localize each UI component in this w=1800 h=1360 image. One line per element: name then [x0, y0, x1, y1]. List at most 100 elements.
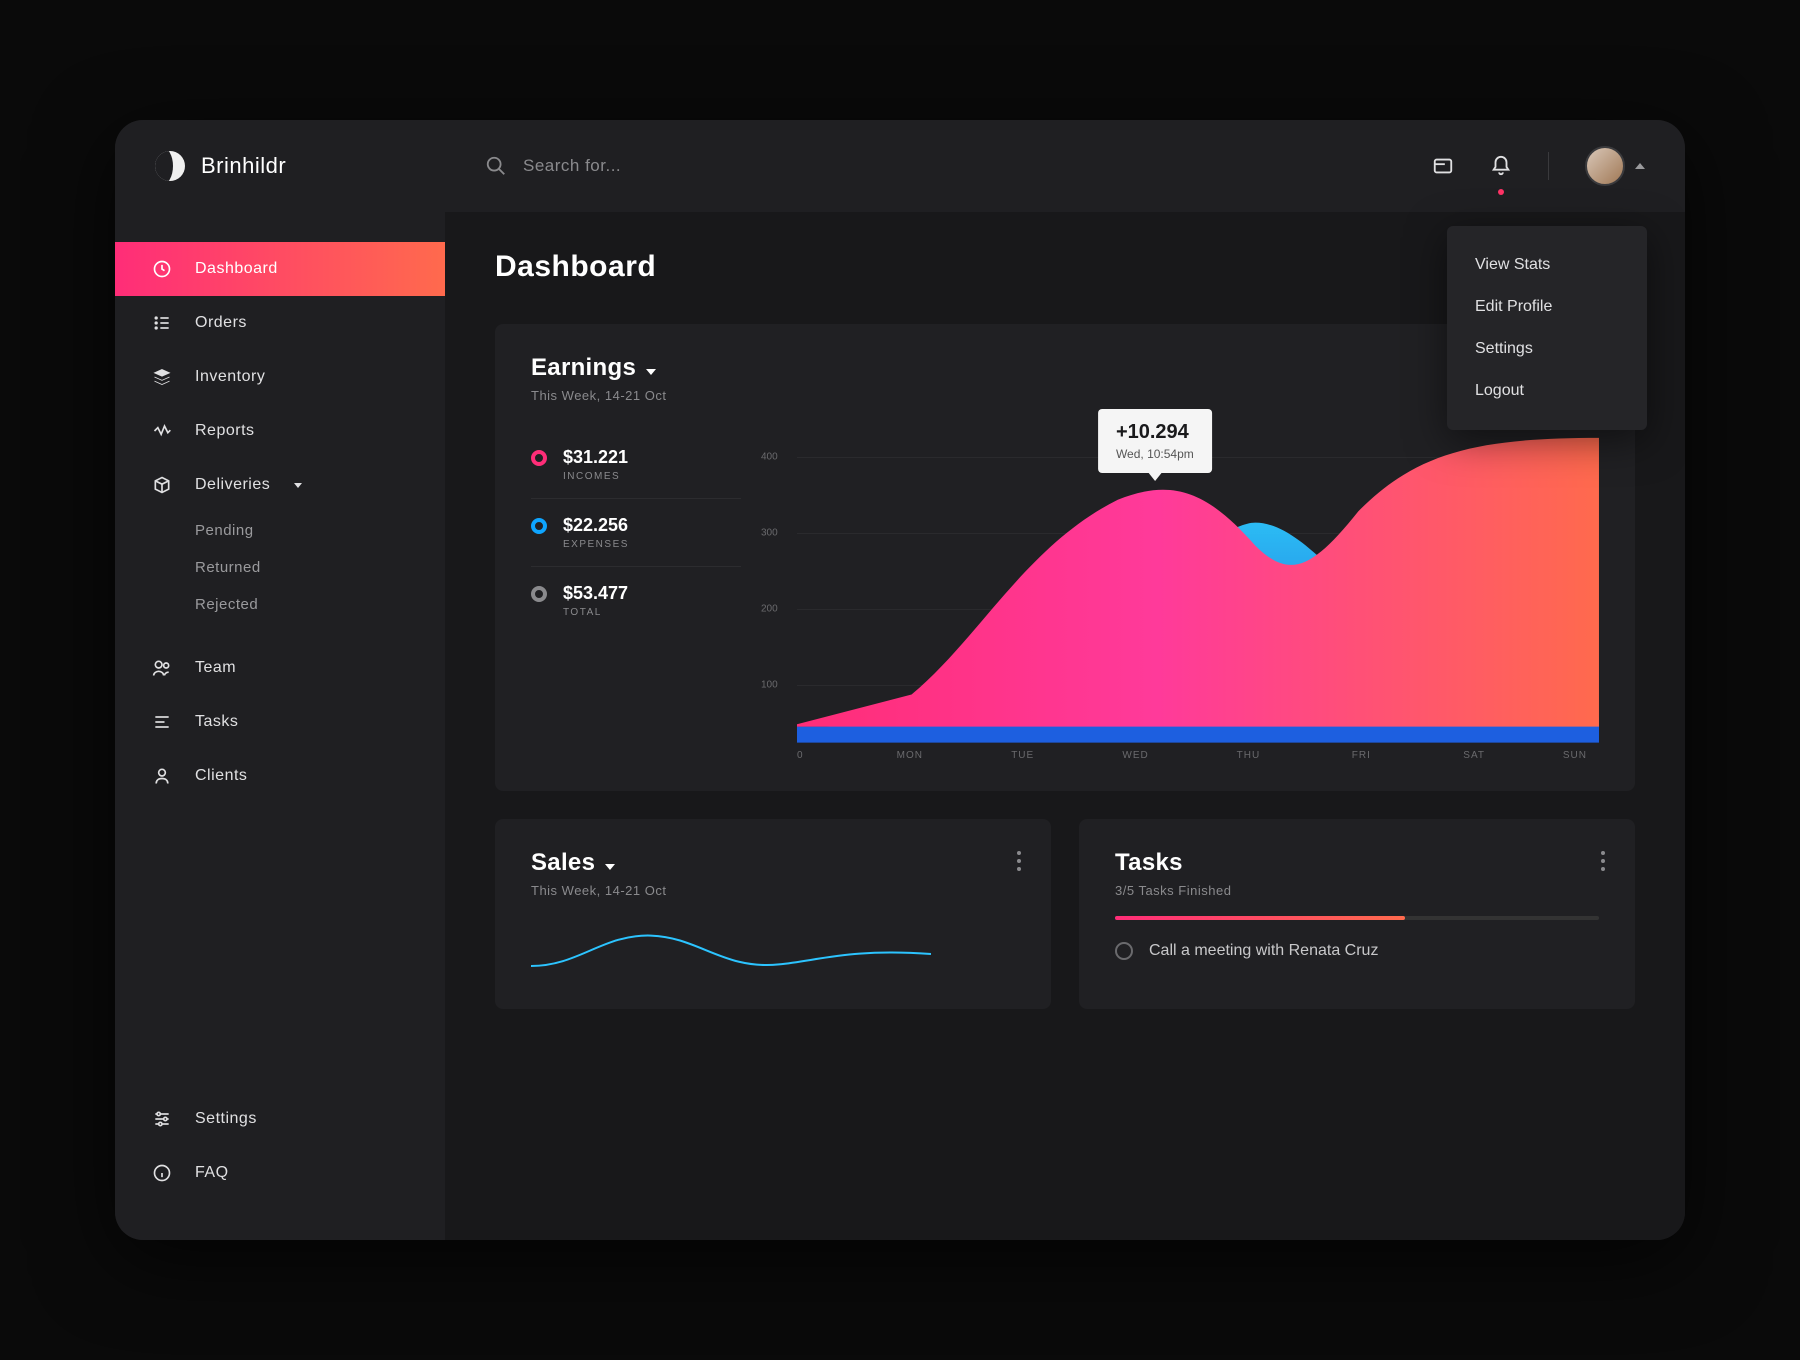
- y-tick: 300: [761, 528, 778, 539]
- sales-card: Sales This Week, 14-21 Oct: [495, 819, 1051, 1009]
- sidebar: Dashboard Orders Inventory Reports Deliv…: [115, 212, 445, 1240]
- tasks-progress: [1115, 916, 1599, 920]
- sidebar-item-reports[interactable]: Reports: [115, 404, 445, 458]
- box-icon: [151, 474, 173, 496]
- sidebar-item-label: Reports: [195, 422, 255, 440]
- metric-value: $22.256: [563, 515, 629, 536]
- metric-incomes[interactable]: $31.221 INCOMES: [531, 431, 741, 499]
- sales-sparkline: [531, 926, 931, 974]
- search-icon: [485, 155, 507, 177]
- sidebar-sub-returned[interactable]: Returned: [115, 549, 445, 586]
- tasks-icon: [151, 711, 173, 733]
- users-icon: [151, 657, 173, 679]
- metric-label: TOTAL: [563, 607, 628, 618]
- user-icon: [151, 765, 173, 787]
- metric-label: INCOMES: [563, 471, 628, 482]
- notification-dot: [1498, 189, 1504, 195]
- topbar: Brinhildr: [115, 120, 1685, 212]
- metric-total[interactable]: $53.477 TOTAL: [531, 567, 741, 634]
- sales-header[interactable]: Sales: [531, 849, 1015, 877]
- metric-value: $31.221: [563, 447, 628, 468]
- x-tick: MON: [853, 750, 966, 761]
- activity-icon: [151, 420, 173, 442]
- brand-name: Brinhildr: [201, 153, 286, 179]
- checkbox-icon[interactable]: [1115, 942, 1133, 960]
- sidebar-item-label: Deliveries: [195, 476, 270, 494]
- ring-icon: [531, 518, 547, 534]
- x-tick: THU: [1192, 750, 1305, 761]
- tooltip-sub: Wed, 10:54pm: [1116, 447, 1194, 461]
- y-tick: 200: [761, 604, 778, 615]
- x-tick: TUE: [966, 750, 1079, 761]
- sidebar-item-label: Dashboard: [195, 260, 278, 278]
- sidebar-item-dashboard[interactable]: Dashboard: [115, 242, 445, 296]
- sidebar-sub-pending[interactable]: Pending: [115, 512, 445, 549]
- sidebar-item-orders[interactable]: Orders: [115, 296, 445, 350]
- sidebar-item-settings[interactable]: Settings: [115, 1092, 445, 1146]
- search-box[interactable]: [445, 120, 1432, 212]
- chevron-down-icon: [646, 369, 656, 375]
- sidebar-item-label: Orders: [195, 314, 247, 332]
- y-tick: 400: [761, 452, 778, 463]
- tooltip-value: +10.294: [1116, 421, 1194, 444]
- sidebar-item-deliveries[interactable]: Deliveries: [115, 458, 445, 512]
- list-icon: [151, 312, 173, 334]
- dashboard-icon: [151, 258, 173, 280]
- dropdown-item-settings[interactable]: Settings: [1447, 328, 1647, 370]
- y-tick: 100: [761, 680, 778, 691]
- sidebar-item-clients[interactable]: Clients: [115, 749, 445, 803]
- sidebar-item-inventory[interactable]: Inventory: [115, 350, 445, 404]
- sidebar-item-label: Clients: [195, 767, 247, 785]
- chart-tooltip: +10.294 Wed, 10:54pm: [1098, 409, 1212, 473]
- x-tick: SUN: [1531, 750, 1587, 761]
- dropdown-item-logout[interactable]: Logout: [1447, 370, 1647, 412]
- bell-icon[interactable]: [1490, 155, 1512, 177]
- sidebar-sub-rejected[interactable]: Rejected: [115, 586, 445, 623]
- task-row[interactable]: Call a meeting with Renata Cruz: [1115, 942, 1599, 960]
- inbox-icon[interactable]: [1432, 155, 1454, 177]
- sidebar-item-team[interactable]: Team: [115, 641, 445, 695]
- app-window: Brinhildr View Stats Edit Profile: [115, 120, 1685, 1240]
- sliders-icon: [151, 1108, 173, 1130]
- sidebar-item-label: Tasks: [195, 713, 238, 731]
- ring-icon: [531, 450, 547, 466]
- layers-icon: [151, 366, 173, 388]
- sidebar-item-label: Team: [195, 659, 236, 677]
- caret-up-icon: [1635, 163, 1645, 169]
- earnings-subtitle: This Week, 14-21 Oct: [531, 388, 1599, 403]
- sales-title: Sales: [531, 849, 595, 877]
- earnings-chart[interactable]: 400 300 200 100: [761, 431, 1599, 761]
- brand-logo-icon: [155, 151, 185, 181]
- x-tick: SAT: [1418, 750, 1531, 761]
- avatar: [1585, 146, 1625, 186]
- sales-subtitle: This Week, 14-21 Oct: [531, 883, 1015, 898]
- header-actions: [1432, 146, 1645, 186]
- brand-block[interactable]: Brinhildr: [155, 151, 445, 181]
- metric-label: EXPENSES: [563, 539, 629, 550]
- chart-svg: [797, 431, 1599, 756]
- task-label: Call a meeting with Renata Cruz: [1149, 942, 1378, 960]
- earnings-title: Earnings: [531, 354, 636, 382]
- x-tick: WED: [1079, 750, 1192, 761]
- dropdown-item-view-stats[interactable]: View Stats: [1447, 244, 1647, 286]
- earnings-header[interactable]: Earnings: [531, 354, 1599, 382]
- header-separator: [1548, 152, 1549, 180]
- kebab-icon[interactable]: [1601, 851, 1605, 871]
- sidebar-item-tasks[interactable]: Tasks: [115, 695, 445, 749]
- x-tick: FRI: [1305, 750, 1418, 761]
- x-tick: 0: [797, 750, 853, 761]
- search-input[interactable]: [523, 156, 1432, 176]
- kebab-icon[interactable]: [1017, 851, 1021, 871]
- profile-button[interactable]: [1585, 146, 1645, 186]
- sidebar-item-faq[interactable]: FAQ: [115, 1146, 445, 1200]
- profile-dropdown: View Stats Edit Profile Settings Logout: [1447, 226, 1647, 430]
- sidebar-item-label: Inventory: [195, 368, 265, 386]
- metric-expenses[interactable]: $22.256 EXPENSES: [531, 499, 741, 567]
- ring-icon: [531, 586, 547, 602]
- chevron-down-icon: [605, 864, 615, 870]
- tasks-card: Tasks 3/5 Tasks Finished Call a meeting …: [1079, 819, 1635, 1009]
- dropdown-item-edit-profile[interactable]: Edit Profile: [1447, 286, 1647, 328]
- sidebar-item-label: Settings: [195, 1110, 257, 1128]
- tasks-subtitle: 3/5 Tasks Finished: [1115, 883, 1599, 898]
- x-axis: 0 MON TUE WED THU FRI SAT SUN: [797, 750, 1587, 761]
